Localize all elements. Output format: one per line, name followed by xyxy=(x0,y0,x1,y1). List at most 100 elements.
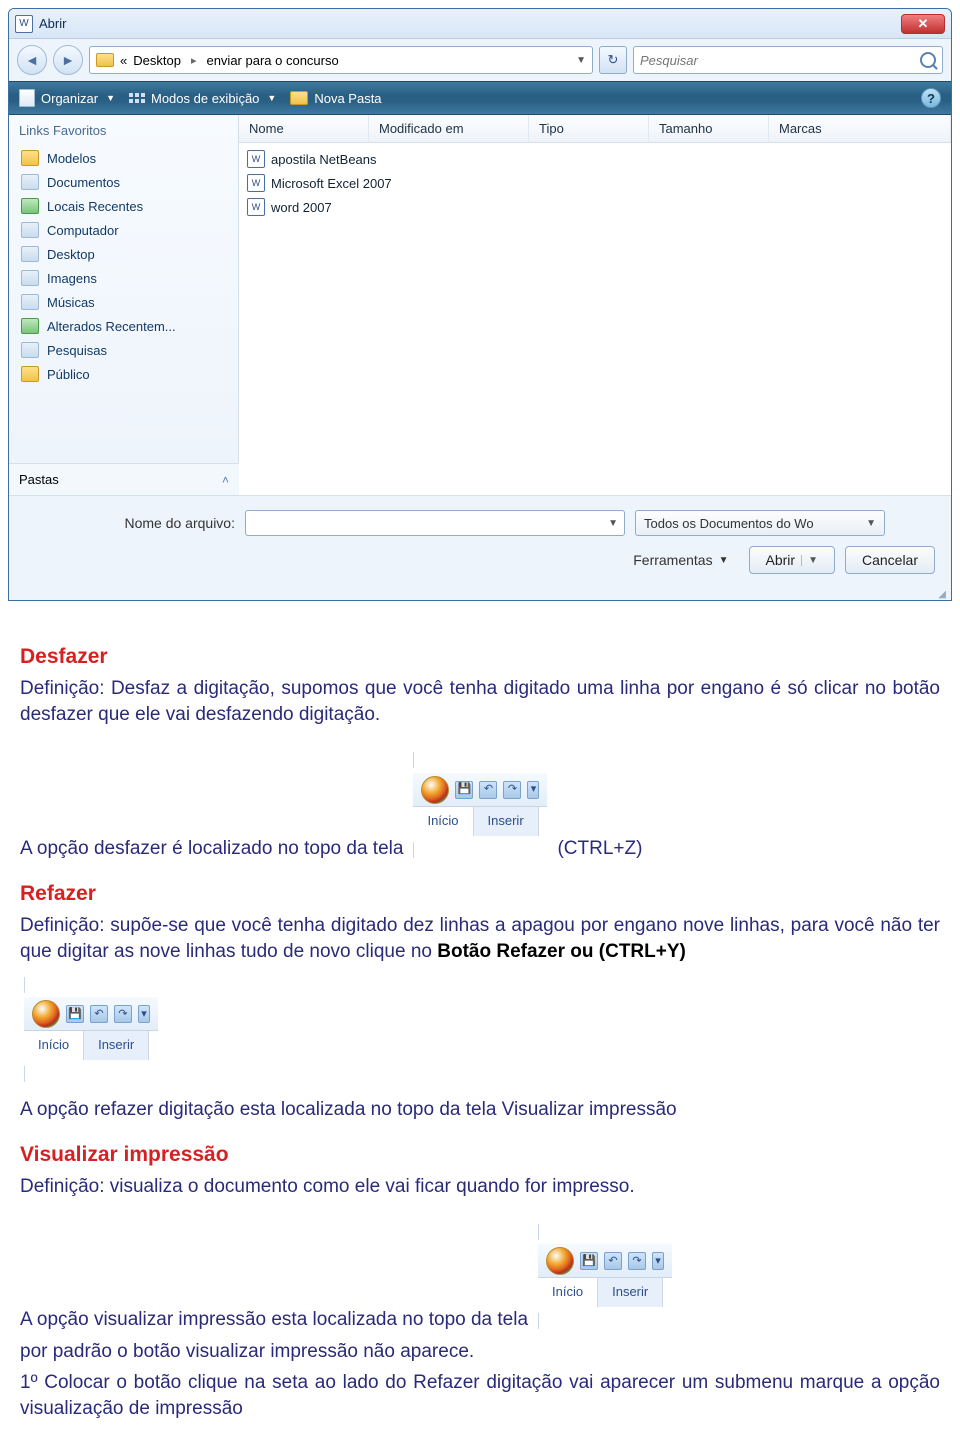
chevron-up-icon: ˄ xyxy=(222,473,229,487)
save-icon: 💾 xyxy=(580,1252,598,1270)
filename-input[interactable]: ▼ xyxy=(245,510,625,536)
sidebar-item-label: Imagens xyxy=(47,271,97,286)
tools-dropdown[interactable]: Ferramentas ▼ xyxy=(633,552,728,568)
sidebar-item-alterados[interactable]: Alterados Recentem... xyxy=(19,314,228,338)
undo-icon: ↶ xyxy=(604,1252,622,1270)
sidebar-item-desktop[interactable]: Desktop xyxy=(19,242,228,266)
desktop-icon xyxy=(21,246,39,262)
sidebar-item-label: Documentos xyxy=(47,175,120,190)
sidebar-item-documentos[interactable]: Documentos xyxy=(19,170,228,194)
filetype-label: Todos os Documentos do Wo xyxy=(644,516,814,531)
forward-button[interactable]: ► xyxy=(53,45,83,75)
favorites-list: Modelos Documentos Locais Recentes Compu… xyxy=(19,146,228,386)
sidebar-item-pesquisas[interactable]: Pesquisas xyxy=(19,338,228,362)
refresh-button[interactable]: ↻ xyxy=(599,46,627,74)
search-icon xyxy=(920,52,936,68)
folders-toggle[interactable]: Pastas ˄ xyxy=(9,463,239,495)
p-vis-loc-before: A opção visualizar impressão esta locali… xyxy=(20,1307,528,1333)
help-button[interactable]: ? xyxy=(921,88,941,108)
qat-more-icon: ▾ xyxy=(138,1005,150,1023)
sidebar-item-modelos[interactable]: Modelos xyxy=(19,146,228,170)
p-vis-loc-after: por padrão o botão visualizar impressão … xyxy=(20,1339,474,1365)
resize-grip[interactable]: ◢ xyxy=(9,592,951,600)
sidebar-item-computador[interactable]: Computador xyxy=(19,218,228,242)
word-doc-icon: W xyxy=(247,150,265,168)
file-name: word 2007 xyxy=(271,200,332,215)
file-item[interactable]: WMicrosoft Excel 2007 xyxy=(239,171,951,195)
new-folder-label: Nova Pasta xyxy=(314,91,381,106)
p-refazer-loc: A opção refazer digitação esta localizad… xyxy=(20,1097,940,1123)
col-modified[interactable]: Modificado em xyxy=(369,115,529,142)
file-item[interactable]: Wapostila NetBeans xyxy=(239,147,951,171)
ribbon-tab-inserir: Inserir xyxy=(598,1278,663,1307)
col-size[interactable]: Tamanho xyxy=(649,115,769,142)
chevron-down-icon: ▼ xyxy=(719,555,729,566)
sidebar-item-label: Computador xyxy=(47,223,119,238)
views-button[interactable]: Modos de exibição ▼ xyxy=(129,91,276,106)
breadcrumb-root[interactable]: Desktop xyxy=(133,53,181,68)
redo-icon: ↷ xyxy=(114,1005,132,1023)
breadcrumb-levels: « xyxy=(120,53,127,68)
favorites-sidebar: Links Favoritos Modelos Documentos Locai… xyxy=(9,115,239,463)
sidebar-item-label: Pesquisas xyxy=(47,343,107,358)
column-headers: Nome Modificado em Tipo Tamanho Marcas xyxy=(239,115,951,143)
p-desfazer-def: Definição: Desfaz a digitação, supomos q… xyxy=(20,676,940,728)
documents-icon xyxy=(21,174,39,190)
changed-icon xyxy=(21,318,39,334)
office-orb-icon xyxy=(32,1000,60,1028)
col-name[interactable]: Nome xyxy=(239,115,369,142)
sheet-icon xyxy=(19,89,35,107)
music-icon xyxy=(21,294,39,310)
sidebar-item-musicas[interactable]: Músicas xyxy=(19,290,228,314)
sidebar-item-imagens[interactable]: Imagens xyxy=(19,266,228,290)
organize-button[interactable]: Organizar ▼ xyxy=(19,89,115,107)
redo-icon: ↷ xyxy=(628,1252,646,1270)
filetype-select[interactable]: Todos os Documentos do Wo ▼ xyxy=(635,510,885,536)
new-folder-button[interactable]: Nova Pasta xyxy=(290,91,381,106)
ribbon-tab-inicio: Início xyxy=(413,807,473,836)
breadcrumb-current[interactable]: enviar para o concurso xyxy=(206,53,338,68)
heading-desfazer: Desfazer xyxy=(20,643,940,672)
dialog-title: Abrir xyxy=(39,16,901,31)
back-button[interactable]: ◄ xyxy=(17,45,47,75)
p-refazer-def: Definição: supõe-se que você tenha digit… xyxy=(20,913,940,965)
qat-more-icon: ▾ xyxy=(652,1252,664,1270)
qat-more-icon: ▾ xyxy=(527,781,539,799)
sidebar-item-locais-recentes[interactable]: Locais Recentes xyxy=(19,194,228,218)
col-type[interactable]: Tipo xyxy=(529,115,649,142)
sidebar-item-label: Músicas xyxy=(47,295,95,310)
sidebar-item-label: Alterados Recentem... xyxy=(47,319,176,334)
chevron-down-icon: ▼ xyxy=(106,93,115,103)
chevron-down-icon[interactable]: ▼ xyxy=(608,518,618,529)
word-doc-icon: W xyxy=(247,174,265,192)
chevron-down-icon: ▼ xyxy=(866,518,876,529)
folders-label: Pastas xyxy=(19,472,59,487)
undo-icon: ↶ xyxy=(479,781,497,799)
document-body: Desfazer Definição: Desfaz a digitação, … xyxy=(0,609,960,1454)
sidebar-item-publico[interactable]: Público xyxy=(19,362,228,386)
save-icon: 💾 xyxy=(455,781,473,799)
open-button[interactable]: Abrir ▼ xyxy=(749,546,835,574)
filename-label: Nome do arquivo: xyxy=(25,515,235,531)
command-bar: Organizar ▼ Modos de exibição ▼ Nova Pas… xyxy=(9,81,951,115)
open-split-dropdown[interactable]: ▼ xyxy=(801,555,818,566)
chevron-down-icon: ▼ xyxy=(267,93,276,103)
ribbon-tab-inicio: Início xyxy=(24,1031,84,1060)
search-input[interactable] xyxy=(640,53,914,68)
heading-refazer: Refazer xyxy=(20,880,940,909)
address-bar[interactable]: « Desktop ▸ enviar para o concurso ▼ xyxy=(89,46,593,74)
search-box[interactable] xyxy=(633,46,943,74)
office-orb-icon xyxy=(421,776,449,804)
address-dropdown-icon[interactable]: ▼ xyxy=(576,55,586,66)
redo-icon: ↷ xyxy=(503,781,521,799)
file-item[interactable]: Wword 2007 xyxy=(239,195,951,219)
p-vis-step: 1º Colocar o botão clique na seta ao lad… xyxy=(20,1370,940,1422)
p-refazer-bold: Botão Refazer ou (CTRL+Y) xyxy=(437,941,686,962)
cancel-button[interactable]: Cancelar xyxy=(845,546,935,574)
sidebar-item-label: Locais Recentes xyxy=(47,199,143,214)
sidebar-item-label: Desktop xyxy=(47,247,95,262)
undo-icon: ↶ xyxy=(90,1005,108,1023)
open-dialog: W Abrir ✕ ◄ ► « Desktop ▸ enviar para o … xyxy=(8,8,952,601)
close-button[interactable]: ✕ xyxy=(901,14,945,34)
col-tags[interactable]: Marcas xyxy=(769,115,951,142)
